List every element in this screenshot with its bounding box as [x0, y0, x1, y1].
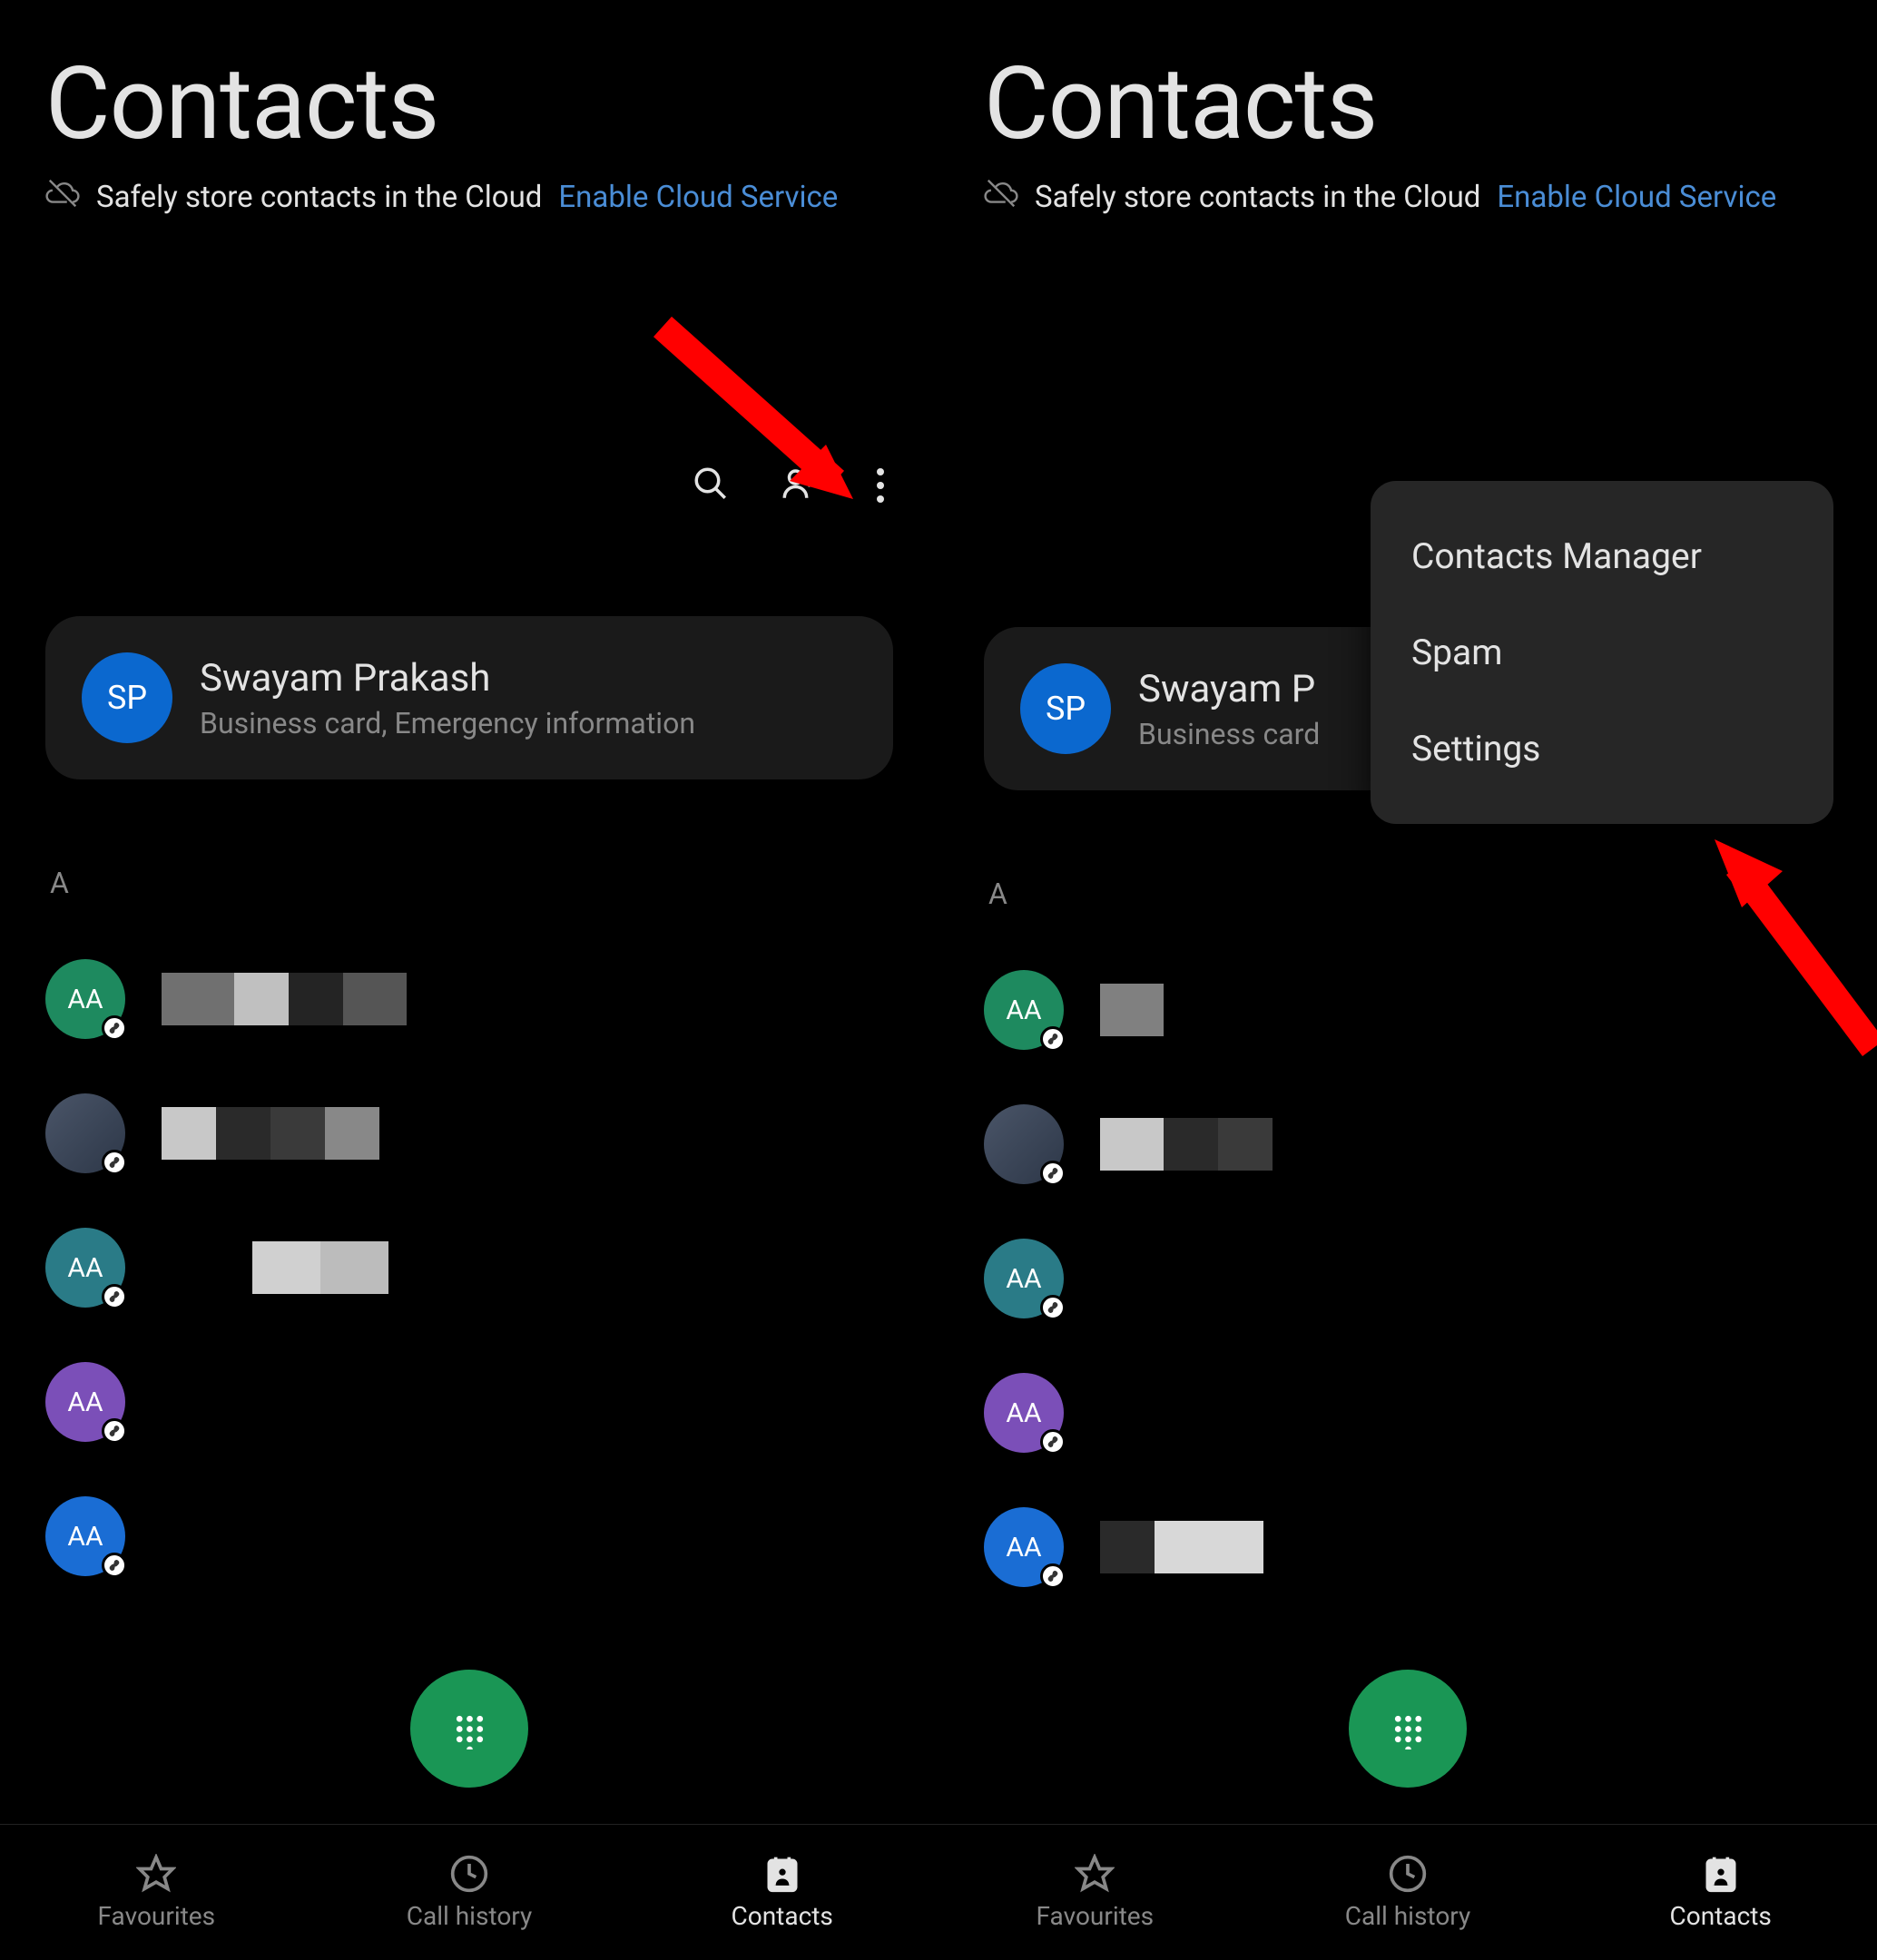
dialpad-fab[interactable] — [410, 1670, 528, 1788]
nav-label: Favourites — [1037, 1901, 1155, 1931]
contact-row[interactable]: AA — [45, 1200, 893, 1335]
contact-row[interactable]: AA — [984, 1346, 1832, 1480]
contact-avatar — [45, 1093, 125, 1173]
contact-row[interactable]: AA — [45, 932, 893, 1066]
header: Contacts Safely store contacts in the Cl… — [938, 0, 1877, 219]
menu-settings[interactable]: Settings — [1371, 701, 1833, 797]
link-badge-icon — [1040, 1161, 1066, 1186]
menu-contacts-manager[interactable]: Contacts Manager — [1371, 508, 1833, 604]
nav-label: Contacts — [732, 1901, 833, 1931]
bottom-nav: Favourites Call history Contacts — [938, 1824, 1877, 1960]
nav-contacts[interactable]: Contacts — [1564, 1825, 1877, 1960]
nav-favourites[interactable]: Favourites — [0, 1825, 313, 1960]
contact-list: AA AA — [0, 932, 938, 1603]
contact-name-redacted — [1100, 984, 1164, 1036]
link-badge-icon — [102, 1015, 127, 1041]
contact-row[interactable] — [45, 1066, 893, 1200]
profile-avatar: SP — [1020, 663, 1111, 754]
profile-avatar: SP — [82, 652, 172, 743]
contact-row[interactable]: AA — [45, 1335, 893, 1469]
avatar-initials: SP — [107, 679, 147, 717]
link-badge-icon — [102, 1418, 127, 1444]
contact-avatar: AA — [984, 1373, 1064, 1453]
page-title: Contacts — [45, 45, 893, 162]
contact-avatar: AA — [45, 1362, 125, 1442]
profile-text: Swayam P Business card — [1138, 667, 1320, 751]
profile-name: Swayam P — [1138, 667, 1320, 711]
nav-contacts[interactable]: Contacts — [625, 1825, 938, 1960]
phone-screen-right: Contacts Safely store contacts in the Cl… — [938, 0, 1877, 1960]
contact-avatar — [984, 1104, 1064, 1184]
cloud-banner: Safely store contacts in the Cloud Enabl… — [45, 176, 893, 219]
nav-label: Call history — [1345, 1901, 1471, 1931]
link-badge-icon — [1040, 1026, 1066, 1052]
link-badge-icon — [1040, 1295, 1066, 1320]
nav-call-history[interactable]: Call history — [1252, 1825, 1565, 1960]
contact-row[interactable]: AA — [45, 1469, 893, 1603]
phone-screen-left: Contacts Safely store contacts in the Cl… — [0, 0, 938, 1960]
nav-call-history[interactable]: Call history — [313, 1825, 626, 1960]
annotation-arrow — [635, 309, 908, 539]
cloud-off-icon — [984, 176, 1018, 219]
link-badge-icon — [102, 1284, 127, 1309]
link-badge-icon — [1040, 1563, 1066, 1589]
cloud-enable-link[interactable]: Enable Cloud Service — [558, 180, 838, 215]
page-title: Contacts — [984, 45, 1832, 162]
contact-name-redacted — [1100, 1521, 1263, 1573]
contact-name-redacted — [162, 973, 407, 1025]
link-badge-icon — [102, 1150, 127, 1175]
contact-avatar: AA — [984, 1239, 1064, 1318]
profile-subtitle: Business card, Emergency information — [200, 706, 695, 740]
contact-row[interactable] — [984, 1077, 1832, 1211]
cloud-banner-text: Safely store contacts in the Cloud — [1035, 180, 1480, 215]
overflow-menu: Contacts Manager Spam Settings — [1371, 481, 1833, 824]
nav-label: Contacts — [1670, 1901, 1772, 1931]
nav-label: Call history — [407, 1901, 533, 1931]
annotation-arrow — [1665, 821, 1877, 1097]
contact-avatar: AA — [45, 1228, 125, 1308]
cloud-enable-link[interactable]: Enable Cloud Service — [1497, 180, 1776, 215]
contact-name-redacted — [162, 1107, 379, 1160]
dialpad-fab[interactable] — [1349, 1670, 1467, 1788]
contact-name-redacted — [252, 1241, 388, 1294]
profile-card[interactable]: SP Swayam Prakash Business card, Emergen… — [45, 616, 893, 779]
cloud-banner: Safely store contacts in the Cloud Enabl… — [984, 176, 1832, 219]
profile-text: Swayam Prakash Business card, Emergency … — [200, 656, 695, 740]
contact-avatar: AA — [45, 1496, 125, 1576]
section-header-a: A — [0, 779, 938, 932]
avatar-initials: SP — [1046, 690, 1086, 728]
header: Contacts Safely store contacts in the Cl… — [0, 0, 938, 219]
link-badge-icon — [1040, 1429, 1066, 1455]
contact-avatar: AA — [45, 959, 125, 1039]
contact-name-redacted — [1100, 1118, 1273, 1171]
nav-label: Favourites — [98, 1901, 216, 1931]
profile-subtitle: Business card — [1138, 717, 1320, 751]
cloud-off-icon — [45, 176, 80, 219]
contact-row[interactable]: AA — [984, 1211, 1832, 1346]
cloud-banner-text: Safely store contacts in the Cloud — [96, 180, 542, 215]
link-badge-icon — [102, 1553, 127, 1578]
contact-row[interactable]: AA — [984, 1480, 1832, 1614]
bottom-nav: Favourites Call history Contacts — [0, 1824, 938, 1960]
profile-name: Swayam Prakash — [200, 656, 695, 701]
contact-avatar: AA — [984, 970, 1064, 1050]
nav-favourites[interactable]: Favourites — [938, 1825, 1252, 1960]
menu-spam[interactable]: Spam — [1371, 604, 1833, 701]
contact-avatar: AA — [984, 1507, 1064, 1587]
